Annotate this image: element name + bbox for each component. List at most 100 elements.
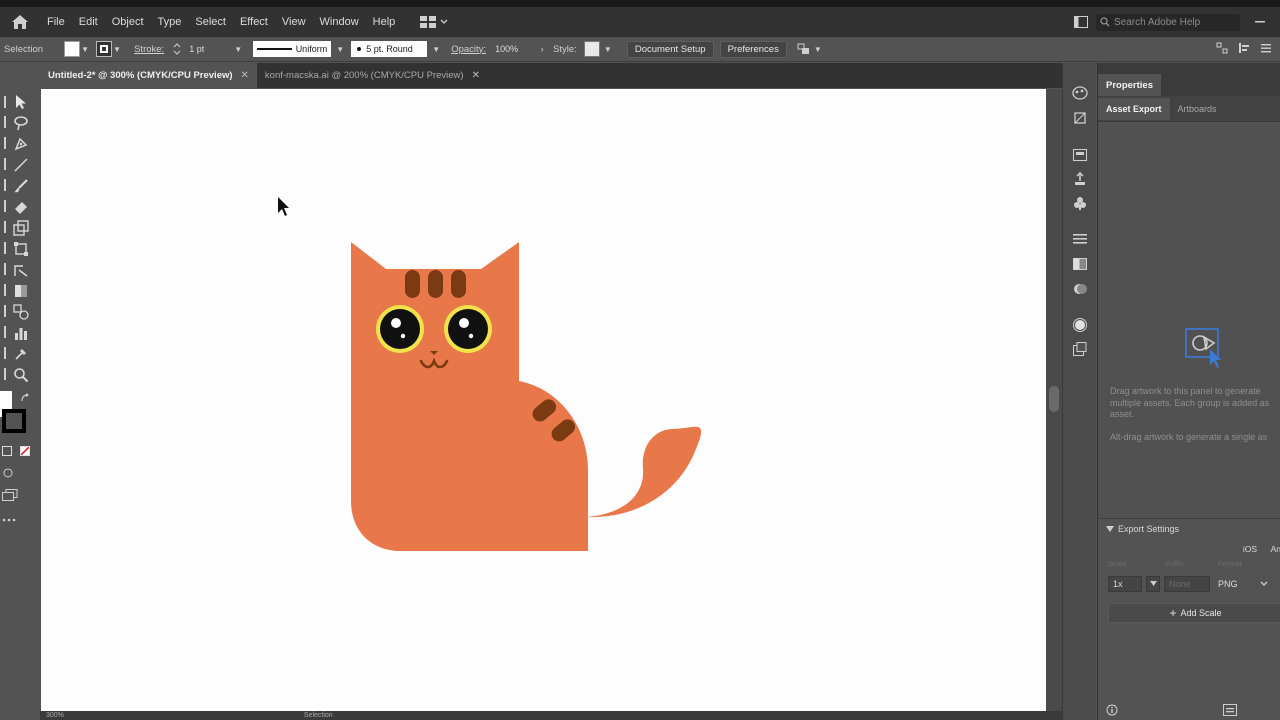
scale-tool-icon[interactable]	[12, 219, 30, 237]
transparency-icon[interactable]	[1072, 281, 1088, 297]
stroke-label[interactable]: Stroke:	[134, 44, 164, 55]
chevron-right-icon[interactable]: ›	[537, 44, 547, 54]
brush-dropdown[interactable]: 5 pt. Round	[351, 41, 428, 57]
tab-artboards[interactable]: Artboards	[1170, 98, 1225, 120]
chevron-down-icon[interactable]: ▼	[431, 44, 441, 54]
more-tools-icon[interactable]	[2, 518, 16, 522]
stepper-icon[interactable]	[173, 42, 181, 56]
chevron-down-icon[interactable]: ▼	[80, 44, 90, 54]
panel-layout-icon[interactable]	[1074, 16, 1088, 28]
none-mode-icon[interactable]	[20, 446, 30, 456]
cat-illustration[interactable]	[351, 242, 702, 551]
info-icon[interactable]	[1106, 704, 1118, 716]
symbols-icon[interactable]	[1072, 195, 1088, 211]
arrange-icon[interactable]	[797, 43, 811, 55]
align-icon[interactable]	[1238, 42, 1250, 54]
mode-label: Selection	[4, 43, 44, 55]
chevron-down-icon[interactable]: ▼	[112, 44, 122, 54]
asset-description: Drag artwork to this panel to generate m…	[1110, 386, 1270, 419]
asset-export-panel-icon[interactable]	[1072, 171, 1088, 187]
eraser-tool-icon[interactable]	[12, 198, 30, 216]
menu-select[interactable]: Select	[188, 7, 233, 37]
vertical-scrollbar[interactable]	[1046, 89, 1062, 711]
home-icon[interactable]	[0, 7, 40, 37]
menu-effect[interactable]: Effect	[233, 7, 275, 37]
fill-swatch[interactable]	[64, 41, 81, 57]
preferences-button[interactable]: Preferences	[719, 40, 787, 58]
graph-tool-icon[interactable]	[12, 324, 30, 342]
scale-field[interactable]: 1x	[1108, 575, 1142, 592]
screen-mode-icon[interactable]	[2, 489, 18, 501]
menu-icon[interactable]	[1260, 42, 1272, 54]
chevron-down-icon[interactable]: ▼	[813, 44, 823, 54]
scrollbar-thumb[interactable]	[1049, 386, 1059, 412]
asset-description-alt: Alt-drag artwork to generate a single as	[1110, 432, 1268, 442]
search-input[interactable]: Search Adobe Help	[1096, 13, 1240, 31]
draw-mode-icon[interactable]	[2, 468, 14, 478]
blend-tool-icon[interactable]	[12, 303, 30, 321]
zoom-tool-icon[interactable]	[12, 366, 30, 384]
zoom-level[interactable]: 300%	[46, 712, 64, 719]
libraries-icon[interactable]	[1072, 110, 1088, 126]
free-transform-tool-icon[interactable]	[12, 240, 30, 258]
suffix-field[interactable]: None	[1164, 575, 1210, 592]
gradient-tool-icon[interactable]	[12, 282, 30, 300]
tool-group-indicator	[0, 368, 6, 380]
menu-view[interactable]: View	[275, 7, 313, 37]
tab-asset-export[interactable]: Asset Export	[1098, 97, 1170, 120]
format-dropdown[interactable]: PNG	[1214, 575, 1272, 592]
color-mode-icon[interactable]	[2, 446, 12, 456]
color-guide-icon[interactable]	[1072, 85, 1088, 101]
menu-edit[interactable]: Edit	[72, 7, 105, 37]
export-scale-row: 1x None PNG	[1108, 575, 1272, 592]
appearance-icon[interactable]	[1072, 317, 1088, 333]
stroke-swatch[interactable]	[96, 41, 113, 57]
menu-type[interactable]: Type	[151, 7, 189, 37]
tab-untitled-2[interactable]: Untitled-2* @ 300% (CMYK/CPU Preview) ✕	[40, 63, 257, 88]
menu-help[interactable]: Help	[366, 7, 403, 37]
add-scale-button[interactable]: + Add Scale	[1108, 603, 1280, 623]
menu-window[interactable]: Window	[313, 7, 366, 37]
pen-tool-icon[interactable]	[12, 135, 30, 153]
export-icon[interactable]	[1223, 704, 1237, 716]
chevron-down-icon[interactable]: ▼	[335, 44, 345, 54]
line-tool-icon[interactable]	[12, 156, 30, 174]
minimize-button[interactable]	[1240, 21, 1280, 23]
tool-group-indicator	[0, 158, 6, 170]
shape-builder-tool-icon[interactable]	[12, 261, 30, 279]
paintbrush-tool-icon[interactable]	[12, 177, 30, 195]
menu-object[interactable]: Object	[105, 7, 151, 37]
artboards-panel-icon[interactable]	[1072, 147, 1088, 163]
chevron-down-icon[interactable]: ▼	[603, 44, 613, 54]
opacity-field[interactable]: 100%	[491, 41, 538, 57]
document-setup-button[interactable]: Document Setup	[626, 40, 714, 58]
workspace-switcher[interactable]	[420, 16, 448, 28]
selection-tool-icon[interactable]	[12, 93, 30, 111]
opacity-label[interactable]: Opacity:	[451, 44, 486, 55]
transform-icon[interactable]	[1216, 42, 1228, 54]
close-icon[interactable]: ✕	[241, 70, 249, 81]
tab-konf-macska[interactable]: konf-macska.ai @ 200% (CMYK/CPU Preview)…	[257, 63, 488, 88]
lasso-tool-icon[interactable]	[12, 114, 30, 132]
android-preset[interactable]: An	[1271, 544, 1280, 554]
swap-colors-icon[interactable]	[20, 393, 30, 403]
close-icon[interactable]: ✕	[472, 70, 480, 81]
ios-preset[interactable]: iOS	[1243, 544, 1257, 554]
menu-file[interactable]: File	[40, 7, 72, 37]
format-label: Format	[1218, 559, 1242, 568]
asset-drop-area[interactable]: Drag artwork to this panel to generate m…	[1098, 125, 1280, 518]
scale-dropdown[interactable]	[1146, 575, 1160, 592]
export-settings-header[interactable]: Export Settings	[1106, 524, 1179, 534]
graphic-styles-icon[interactable]	[1072, 341, 1088, 357]
style-swatch[interactable]	[583, 41, 600, 57]
layers-menu-icon[interactable]	[1072, 231, 1088, 247]
stroke-weight-field[interactable]: 1 pt	[185, 41, 234, 57]
tool-group-indicator	[0, 200, 6, 212]
tab-properties[interactable]: Properties	[1098, 74, 1161, 96]
chevron-down-icon[interactable]: ▼	[233, 44, 243, 54]
stroke-color-swatch[interactable]	[2, 409, 26, 433]
gradient-panel-icon[interactable]	[1072, 256, 1088, 272]
artboard-canvas[interactable]	[41, 89, 1046, 711]
stroke-profile-dropdown[interactable]: Uniform	[253, 41, 332, 57]
eyedropper-tool-icon[interactable]	[12, 345, 30, 363]
